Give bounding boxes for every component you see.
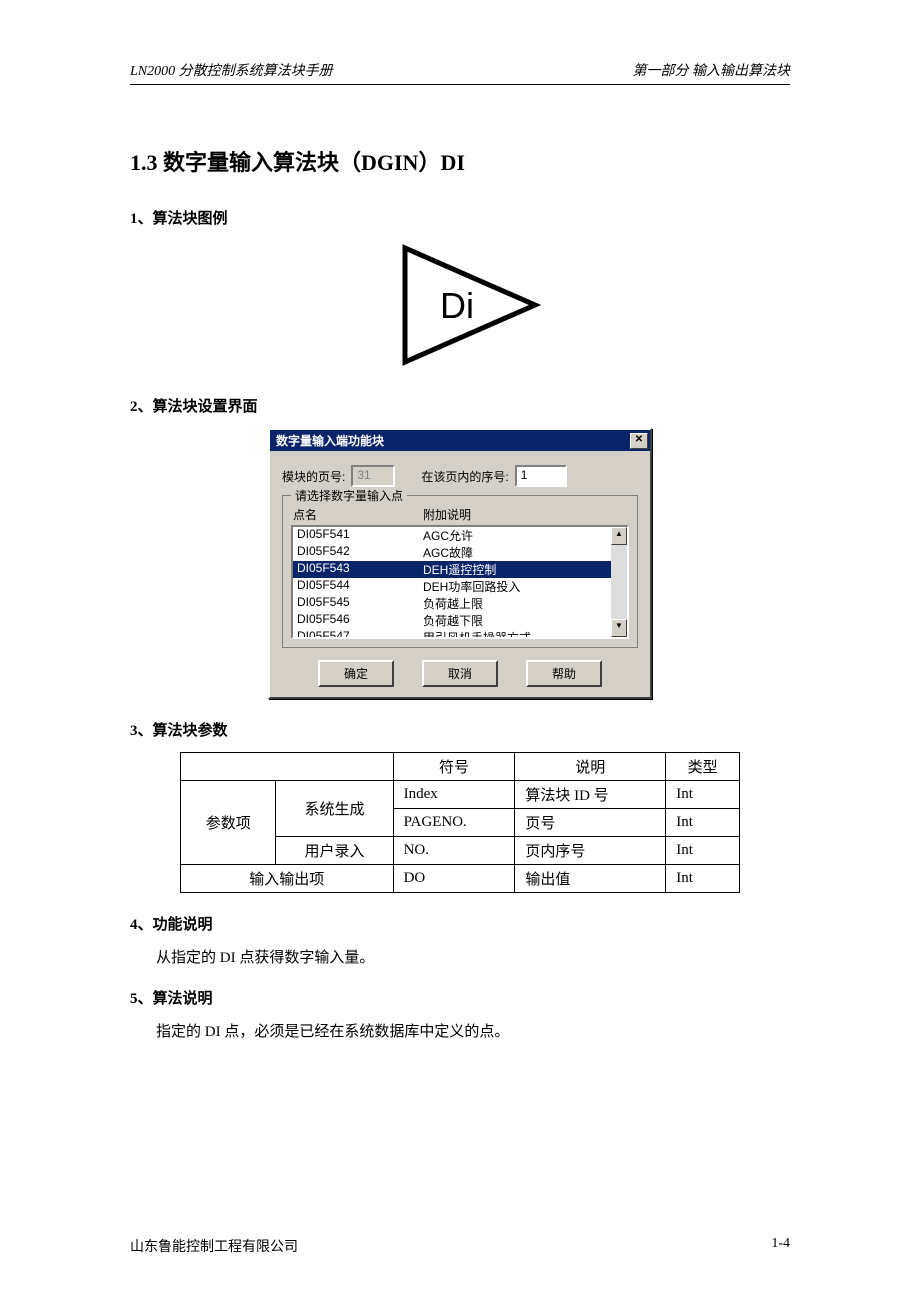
page-no-input: 31 bbox=[351, 465, 395, 487]
list-item[interactable]: DI05F547甲引风机手操器方式 bbox=[293, 629, 611, 639]
diagram-label: Di bbox=[440, 285, 474, 326]
sub-heading-3: 3、算法块参数 bbox=[130, 719, 790, 740]
col-desc-header: 附加说明 bbox=[423, 506, 471, 523]
page-footer: 山东鲁能控制工程有限公司 1-4 bbox=[130, 1236, 790, 1256]
cell: DO bbox=[393, 865, 515, 893]
footer-right: 1-4 bbox=[771, 1236, 790, 1256]
section-title: 1.3 数字量输入算法块（DGIN）DI bbox=[130, 145, 790, 177]
point-name: DI05F542 bbox=[297, 544, 423, 561]
point-name: DI05F541 bbox=[297, 527, 423, 544]
header-right: 第一部分 输入输出算法块 bbox=[633, 60, 791, 80]
di-triangle-icon: Di bbox=[375, 240, 545, 370]
close-icon[interactable]: ✕ bbox=[630, 433, 648, 449]
group-param: 参数项 bbox=[181, 781, 276, 865]
group-user: 用户录入 bbox=[276, 837, 393, 865]
params-table: 符号 说明 类型 参数项 系统生成 Index 算法块 ID 号 Int PAG… bbox=[180, 752, 740, 893]
sub-heading-2: 2、算法块设置界面 bbox=[130, 395, 790, 416]
scroll-down-icon[interactable]: ▼ bbox=[611, 619, 627, 637]
table-row: 参数项 系统生成 Index 算法块 ID 号 Int bbox=[181, 781, 740, 809]
sub-heading-1: 1、算法块图例 bbox=[130, 207, 790, 228]
cell: Index bbox=[393, 781, 515, 809]
document-page: LN2000 分散控制系统算法块手册 第一部分 输入输出算法块 1.3 数字量输… bbox=[0, 0, 920, 1302]
sub-heading-5: 5、算法说明 bbox=[130, 987, 790, 1008]
group-io: 输入输出项 bbox=[181, 865, 394, 893]
point-select-group: 请选择数字量输入点 点名 附加说明 DI05F541AGC允许DI05F542A… bbox=[282, 495, 638, 648]
scroll-up-icon[interactable]: ▲ bbox=[611, 527, 627, 545]
col-symbol: 符号 bbox=[393, 753, 515, 781]
col-desc: 说明 bbox=[515, 753, 666, 781]
page-no-label: 模块的页号: bbox=[282, 468, 345, 485]
dialog-titlebar[interactable]: 数字量输入端功能块 ✕ bbox=[270, 430, 650, 451]
block-diagram: Di bbox=[130, 240, 790, 375]
list-item[interactable]: DI05F541AGC允许 bbox=[293, 527, 611, 544]
header-left: LN2000 分散控制系统算法块手册 bbox=[130, 60, 333, 80]
point-name: DI05F543 bbox=[297, 561, 423, 578]
table-row: 符号 说明 类型 bbox=[181, 753, 740, 781]
cell: 算法块 ID 号 bbox=[515, 781, 666, 809]
point-desc: DEH遥控控制 bbox=[423, 561, 496, 578]
point-desc: AGC允许 bbox=[423, 527, 473, 544]
list-item[interactable]: DI05F546负荷越下限 bbox=[293, 612, 611, 629]
group-legend: 请选择数字量输入点 bbox=[291, 487, 407, 504]
config-dialog: 数字量输入端功能块 ✕ 模块的页号: 31 在该页内的序号: 1 请选择数字量输… bbox=[268, 428, 652, 699]
point-desc: 负荷越下限 bbox=[423, 612, 483, 629]
cell: Int bbox=[666, 865, 740, 893]
cell: 页内序号 bbox=[515, 837, 666, 865]
page-header: LN2000 分散控制系统算法块手册 第一部分 输入输出算法块 bbox=[130, 60, 790, 85]
point-name: DI05F545 bbox=[297, 595, 423, 612]
cell: Int bbox=[666, 781, 740, 809]
list-item[interactable]: DI05F543DEH遥控控制 bbox=[293, 561, 611, 578]
col-type: 类型 bbox=[666, 753, 740, 781]
point-name: DI05F547 bbox=[297, 629, 423, 639]
cell: NO. bbox=[393, 837, 515, 865]
footer-left: 山东鲁能控制工程有限公司 bbox=[130, 1236, 298, 1256]
help-button[interactable]: 帮助 bbox=[526, 660, 602, 687]
list-item[interactable]: DI05F542AGC故障 bbox=[293, 544, 611, 561]
list-item[interactable]: DI05F544DEH功率回路投入 bbox=[293, 578, 611, 595]
algo-desc: 指定的 DI 点，必须是已经在系统数据库中定义的点。 bbox=[156, 1020, 790, 1041]
cell: Int bbox=[666, 809, 740, 837]
group-sys: 系统生成 bbox=[276, 781, 393, 837]
cell: Int bbox=[666, 837, 740, 865]
dialog-title: 数字量输入端功能块 bbox=[276, 432, 384, 449]
table-row: 输入输出项 DO 输出值 Int bbox=[181, 865, 740, 893]
seq-no-label: 在该页内的序号: bbox=[421, 468, 508, 485]
point-name: DI05F546 bbox=[297, 612, 423, 629]
point-listbox[interactable]: DI05F541AGC允许DI05F542AGC故障DI05F543DEH遥控控… bbox=[291, 525, 629, 639]
seq-no-input[interactable]: 1 bbox=[515, 465, 567, 487]
list-item[interactable]: DI05F545负荷越上限 bbox=[293, 595, 611, 612]
point-name: DI05F544 bbox=[297, 578, 423, 595]
cell: 输出值 bbox=[515, 865, 666, 893]
point-desc: DEH功率回路投入 bbox=[423, 578, 520, 595]
cancel-button[interactable]: 取消 bbox=[422, 660, 498, 687]
point-desc: AGC故障 bbox=[423, 544, 473, 561]
cell: 页号 bbox=[515, 809, 666, 837]
cell: PAGENO. bbox=[393, 809, 515, 837]
func-desc: 从指定的 DI 点获得数字输入量。 bbox=[156, 946, 790, 967]
sub-heading-4: 4、功能说明 bbox=[130, 913, 790, 934]
point-desc: 负荷越上限 bbox=[423, 595, 483, 612]
point-desc: 甲引风机手操器方式 bbox=[423, 629, 531, 639]
ok-button[interactable]: 确定 bbox=[318, 660, 394, 687]
col-name-header: 点名 bbox=[293, 506, 423, 523]
scrollbar[interactable]: ▲ ▼ bbox=[611, 527, 627, 637]
